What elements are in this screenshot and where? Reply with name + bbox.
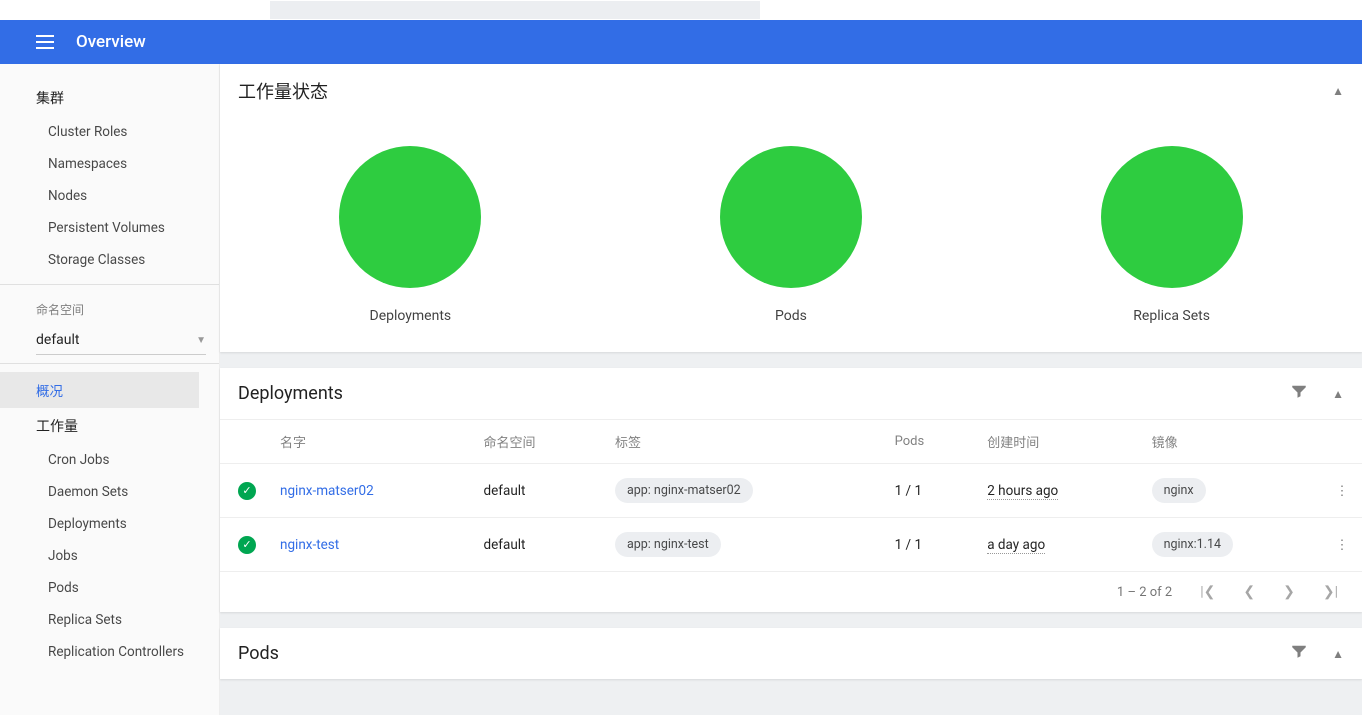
status-label: Deployments [370,308,452,324]
pagination-range: 1 – 2 of 2 [1117,585,1172,600]
cell-pods: 1 / 1 [883,464,976,518]
sidebar-item-replica-sets[interactable]: Replica Sets [0,604,219,636]
status-item-pods: Pods [720,146,862,324]
status-item-replica-sets: Replica Sets [1101,146,1243,324]
status-circle-replica-sets [1101,146,1243,288]
col-images: 镜像 [1140,420,1322,464]
collapse-icon[interactable]: ▲ [1332,647,1344,661]
deployment-link[interactable]: nginx-matser02 [280,483,374,499]
table-row: ✓ nginx-matser02 default app: nginx-mats… [220,464,1362,518]
page-prev-icon[interactable]: ❮ [1243,584,1255,600]
workload-status-title: 工作量状态 [238,78,328,104]
sidebar: 集群 Cluster Roles Namespaces Nodes Persis… [0,64,220,715]
deployments-card: Deployments ▲ 名字 命名空间 标签 Pods [220,368,1362,612]
namespace-selected-value: default [36,332,80,348]
image-chip: nginx:1.14 [1152,532,1233,557]
status-ok-icon: ✓ [238,536,256,554]
col-name: 名字 [268,420,472,464]
workload-status-card: 工作量状态 ▲ Deployments Pods Replica Sets [220,64,1362,352]
menu-icon[interactable] [36,30,60,54]
collapse-icon[interactable]: ▲ [1332,84,1344,98]
sidebar-item-jobs[interactable]: Jobs [0,540,219,572]
sidebar-item-daemon-sets[interactable]: Daemon Sets [0,476,219,508]
sidebar-item-deployments[interactable]: Deployments [0,508,219,540]
label-chip: app: nginx-test [615,532,721,557]
sidebar-item-overview[interactable]: 概况 [0,372,199,408]
status-circle-deployments [339,146,481,288]
main-content: 工作量状态 ▲ Deployments Pods Replica Sets [220,64,1362,715]
collapse-icon[interactable]: ▲ [1332,387,1344,401]
status-ok-icon: ✓ [238,482,256,500]
sidebar-item-nodes[interactable]: Nodes [0,180,219,212]
status-label: Pods [775,308,807,324]
sidebar-item-replication-controllers[interactable]: Replication Controllers [0,636,219,668]
deployments-table: 名字 命名空间 标签 Pods 创建时间 镜像 ✓ nginx-matser02… [220,419,1362,571]
col-created: 创建时间 [975,420,1139,464]
sidebar-heading-workloads: 工作量 [0,408,219,444]
sidebar-namespace-label: 命名空间 [0,293,219,322]
filter-icon[interactable] [1290,382,1308,405]
page-first-icon[interactable]: |❮ [1200,584,1215,600]
image-chip: nginx [1152,478,1206,503]
status-label: Replica Sets [1133,308,1210,324]
header-bar: Overview [0,20,1362,64]
filter-icon[interactable] [1290,642,1308,665]
page-last-icon[interactable]: ❯| [1323,584,1338,600]
search-input[interactable] [270,1,760,19]
sidebar-item-pods[interactable]: Pods [0,572,219,604]
cell-created: 2 hours ago [987,483,1058,500]
row-menu-icon[interactable]: ⋮ [1322,518,1362,572]
sidebar-item-persistent-volumes[interactable]: Persistent Volumes [0,212,219,244]
label-chip: app: nginx-matser02 [615,478,753,503]
sidebar-item-cron-jobs[interactable]: Cron Jobs [0,444,219,476]
status-item-deployments: Deployments [339,146,481,324]
table-row: ✓ nginx-test default app: nginx-test 1 /… [220,518,1362,572]
cell-pods: 1 / 1 [883,518,976,572]
status-circle-pods [720,146,862,288]
sidebar-item-storage-classes[interactable]: Storage Classes [0,244,219,276]
top-bar [0,0,1362,20]
page-title: Overview [76,32,146,52]
pods-card: Pods ▲ [220,628,1362,679]
chevron-down-icon: ▼ [196,335,206,346]
deployments-title: Deployments [238,383,343,404]
col-namespace: 命名空间 [472,420,603,464]
namespace-select[interactable]: default ▼ [36,326,206,355]
cell-namespace: default [472,464,603,518]
col-pods: Pods [883,420,976,464]
col-labels: 标签 [603,420,883,464]
deployment-link[interactable]: nginx-test [280,537,339,553]
sidebar-heading-cluster: 集群 [0,80,219,116]
cell-created: a day ago [987,537,1045,554]
cell-namespace: default [472,518,603,572]
row-menu-icon[interactable]: ⋮ [1322,464,1362,518]
sidebar-item-cluster-roles[interactable]: Cluster Roles [0,116,219,148]
pagination: 1 – 2 of 2 |❮ ❮ ❯ ❯| [220,571,1362,612]
page-next-icon[interactable]: ❯ [1283,584,1295,600]
sidebar-item-namespaces[interactable]: Namespaces [0,148,219,180]
